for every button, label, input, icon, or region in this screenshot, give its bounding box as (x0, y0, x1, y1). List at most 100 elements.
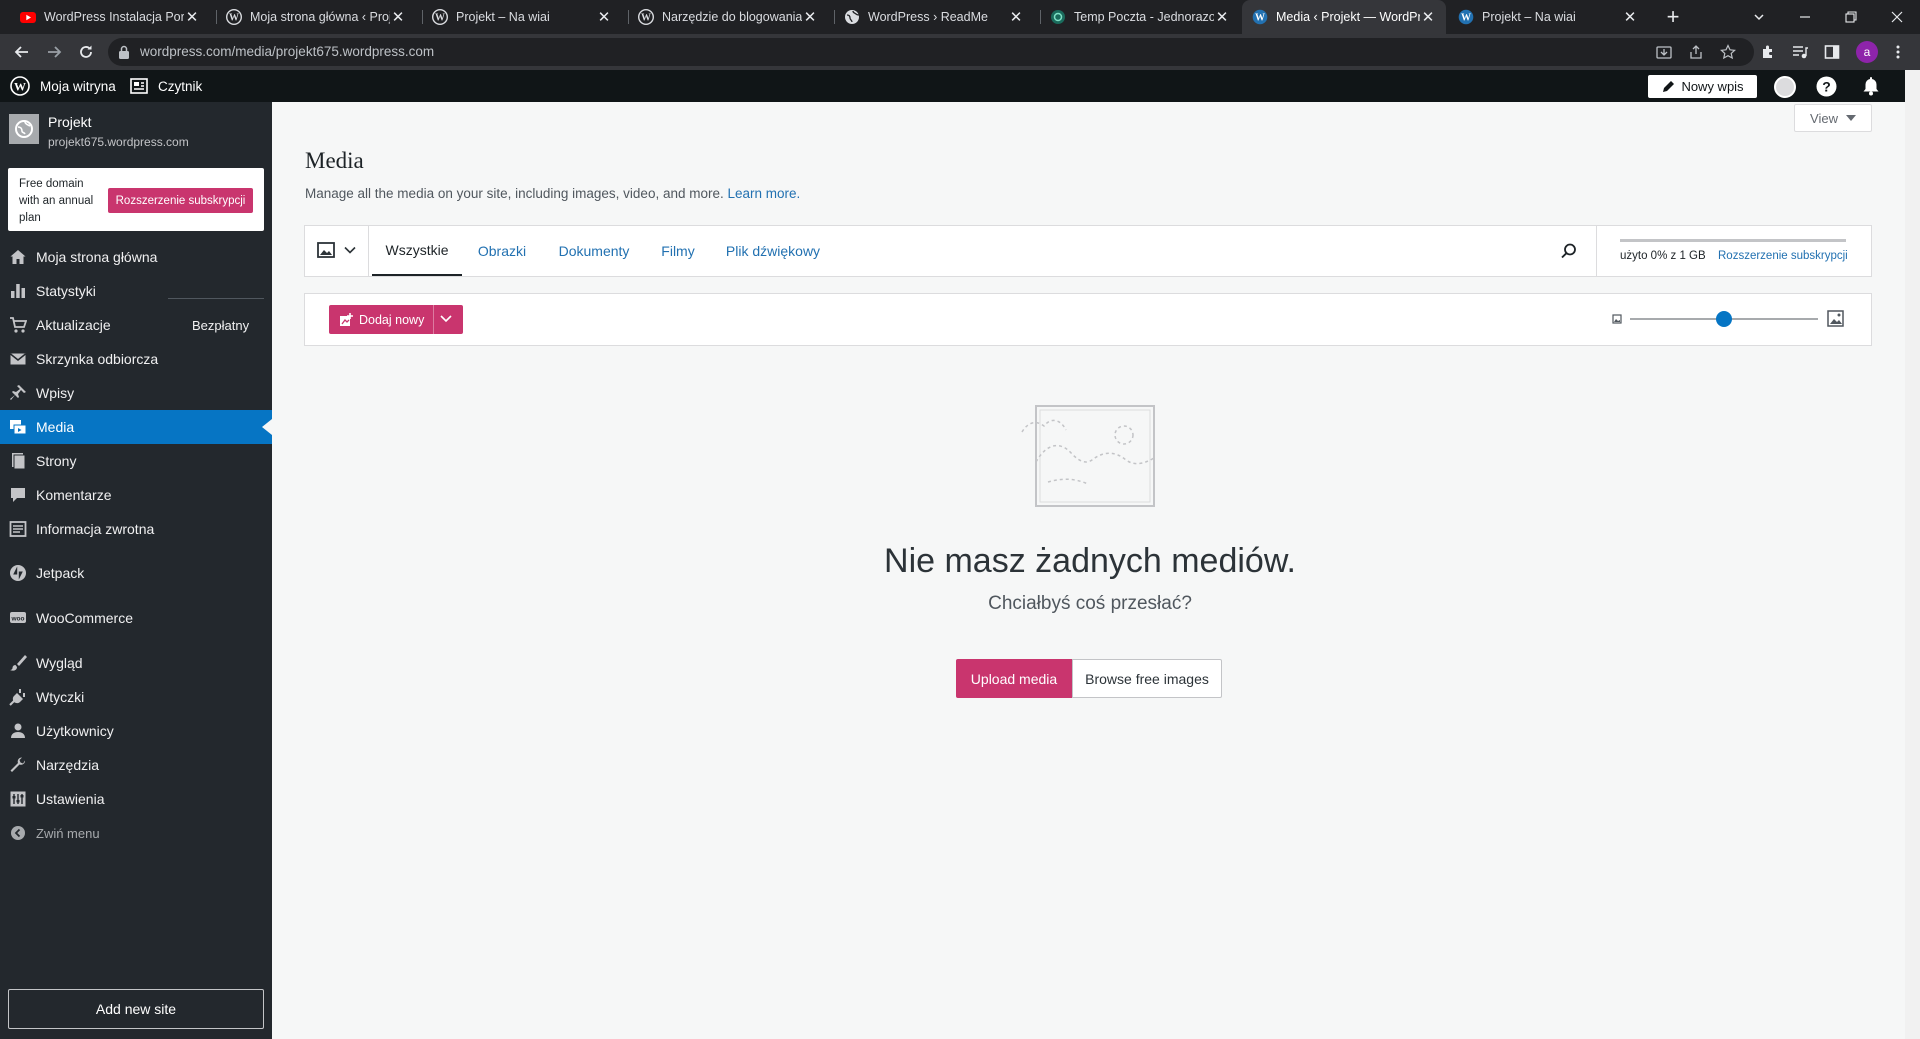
svg-text:W: W (1461, 13, 1471, 24)
browser-tab[interactable]: WordPress Instalacja Porad ✕ (10, 0, 210, 34)
learn-more-link[interactable]: Learn more. (728, 186, 801, 201)
upload-media-button[interactable]: Upload media (956, 659, 1072, 698)
divider (168, 298, 264, 299)
sidebar-item-jetpack[interactable]: Jetpack (0, 556, 272, 590)
cart-icon (8, 315, 28, 335)
feedback-icon (8, 519, 28, 539)
chevron-down-icon[interactable] (439, 313, 453, 325)
sidebar-item-woocommerce[interactable]: woo WooCommerce (0, 601, 272, 635)
close-window-icon[interactable] (1874, 0, 1920, 34)
chevron-down-icon[interactable] (343, 244, 357, 256)
current-indicator (262, 419, 272, 435)
browser-tab[interactable]: W Narzędzie do blogowania, ✕ (628, 0, 828, 34)
svg-text:W: W (229, 13, 239, 24)
jetpack-icon (8, 563, 28, 583)
notifications-bell-icon[interactable] (1862, 76, 1880, 96)
add-new-button[interactable]: Dodaj nowy (329, 305, 463, 334)
media-queue-icon[interactable] (1792, 44, 1808, 60)
small-thumbnail-icon (1612, 314, 1622, 324)
install-app-icon[interactable] (1656, 44, 1672, 60)
url-text[interactable]: wordpress.com/media/projekt675.wordpress… (140, 38, 434, 66)
sidebar-item-posts[interactable]: Wpisy (0, 376, 272, 410)
tab-audio[interactable]: Plik dźwiękowy (718, 226, 828, 276)
temp-mail-icon (1050, 9, 1066, 25)
sidebar-item-settings[interactable]: Ustawienia (0, 782, 272, 816)
pin-icon (8, 383, 28, 403)
sidebar-item-comments[interactable]: Komentarze (0, 478, 272, 512)
pencil-icon (1661, 80, 1675, 94)
tab-search-icon[interactable] (1736, 0, 1782, 34)
browse-free-images-button[interactable]: Browse free images (1072, 659, 1222, 698)
bookmark-star-icon[interactable] (1720, 44, 1736, 60)
close-tab-icon[interactable]: ✕ (802, 8, 818, 26)
sidebar-item-appearance[interactable]: Wygląd (0, 646, 272, 680)
close-tab-icon[interactable]: ✕ (390, 8, 406, 26)
reload-icon[interactable] (70, 34, 102, 70)
collapse-menu[interactable]: Zwiń menu (0, 816, 272, 850)
sidebar-item-pages[interactable]: Strony (0, 444, 272, 478)
zoom-slider-thumb[interactable] (1716, 311, 1732, 327)
minimize-icon[interactable] (1782, 0, 1828, 34)
site-name[interactable]: Projekt (48, 114, 92, 130)
back-icon[interactable] (6, 34, 38, 70)
tab-documents[interactable]: Dokumenty (548, 226, 640, 276)
settings-icon (8, 789, 28, 809)
sidebar-item-media[interactable]: Media (0, 410, 272, 444)
share-icon[interactable] (1688, 44, 1704, 60)
tab-videos[interactable]: Filmy (654, 226, 702, 276)
sidebar-item-inbox[interactable]: Skrzynka odbiorcza (0, 342, 272, 376)
browser-menu-icon[interactable] (1890, 44, 1906, 60)
storage-upgrade-link[interactable]: Rozszerzenie subskrypcji (1718, 250, 1848, 262)
upgrade-button[interactable]: Rozszerzenie subskrypcji (108, 188, 253, 213)
divider (1596, 226, 1597, 276)
my-site-link[interactable]: W Moja witryna (10, 70, 116, 102)
sidebar-item-plugins[interactable]: Wtyczki (0, 680, 272, 714)
sidebar-item-users[interactable]: Użytkownicy (0, 714, 272, 748)
browser-tab[interactable]: W Moja strona główna ‹ Proje ✕ (216, 0, 416, 34)
site-icon[interactable] (9, 114, 39, 144)
new-post-button[interactable]: Nowy wpis (1648, 75, 1757, 98)
profile-avatar[interactable]: a (1856, 41, 1878, 63)
close-tab-icon[interactable]: ✕ (1622, 8, 1638, 26)
browser-tab[interactable]: Temp Poczta - Jednorazow ✕ (1040, 0, 1240, 34)
sidebar-item-updates[interactable]: Aktualizacje Bezpłatny (0, 308, 272, 342)
sidebar-item-tools[interactable]: Narzędzia (0, 748, 272, 782)
close-tab-icon[interactable]: ✕ (596, 8, 612, 26)
sidebar-item-stats[interactable]: Statystyki (0, 274, 272, 308)
tab-images[interactable]: Obrazki (470, 226, 534, 276)
brush-icon (8, 653, 28, 673)
close-tab-icon[interactable]: ✕ (1008, 8, 1024, 26)
search-icon[interactable] (1560, 242, 1578, 260)
wrench-icon (8, 755, 28, 775)
browser-tab[interactable]: W Projekt – Na wiai ✕ (1448, 0, 1648, 34)
svg-text:woo: woo (11, 616, 25, 623)
close-tab-icon[interactable]: ✕ (1214, 8, 1230, 26)
wordpress-icon: W (1458, 9, 1474, 25)
help-icon[interactable]: ? (1816, 76, 1837, 97)
new-tab-icon[interactable]: + (1658, 0, 1688, 34)
media-type-icon[interactable] (317, 241, 335, 259)
browser-tab[interactable]: WordPress › ReadMe ✕ (834, 0, 1034, 34)
extensions-icon[interactable] (1760, 44, 1776, 60)
svg-text:W: W (435, 13, 445, 24)
close-tab-icon[interactable]: ✕ (1420, 8, 1436, 26)
browser-tab[interactable]: W Projekt – Na wiai ✕ (422, 0, 622, 34)
forward-icon[interactable] (38, 34, 70, 70)
reader-link[interactable]: Czytnik (130, 70, 202, 102)
site-domain[interactable]: projekt675.wordpress.com (48, 135, 189, 149)
empty-state-title: Nie masz żadnych mediów. (884, 542, 1296, 580)
browser-tab-active[interactable]: W Media ‹ Projekt — WordPr ✕ (1242, 0, 1446, 34)
tab-all[interactable]: Wszystkie (372, 226, 462, 276)
globe-icon (844, 9, 860, 25)
restore-icon[interactable] (1828, 0, 1874, 34)
close-tab-icon[interactable]: ✕ (184, 8, 200, 26)
sidebar-item-feedback[interactable]: Informacja zwrotna (0, 512, 272, 546)
sidebar-item-home[interactable]: Moja strona główna (0, 240, 272, 274)
caret-down-icon (1845, 114, 1856, 122)
scrollbar[interactable] (1905, 70, 1920, 1039)
view-dropdown[interactable]: View (1794, 104, 1872, 132)
add-new-site-button[interactable]: Add new site (8, 989, 264, 1029)
lock-icon[interactable] (118, 45, 130, 59)
user-avatar[interactable] (1774, 76, 1796, 98)
side-panel-icon[interactable] (1824, 44, 1840, 60)
